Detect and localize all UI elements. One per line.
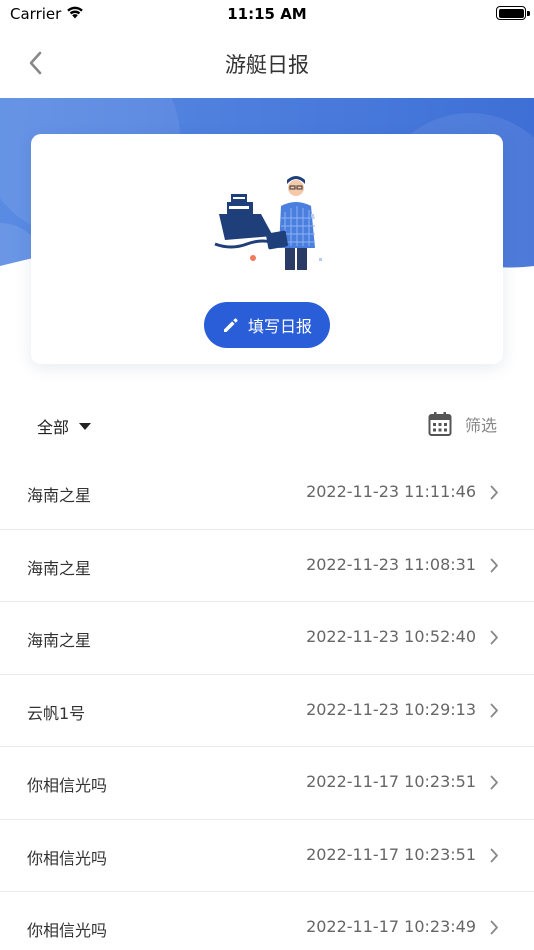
report-timestamp: 2022-11-17 10:23:49 (306, 917, 476, 936)
clock: 11:15 AM (227, 5, 307, 23)
report-timestamp: 2022-11-23 11:08:31 (306, 554, 476, 574)
vessel-name: 你相信光吗 (27, 921, 108, 940)
list-item[interactable]: 海南之星 2022-11-23 11:08:31 (0, 530, 534, 602)
chevron-right-icon (490, 775, 498, 790)
vessel-name: 海南之星 (27, 631, 92, 650)
list-item[interactable]: 海南之星 2022-11-23 10:52:40 (0, 602, 534, 675)
report-timestamp: 2022-11-23 11:11:46 (306, 482, 476, 501)
report-card: 填写日报 (31, 134, 503, 364)
vessel-name: 云帆1号 (27, 703, 86, 723)
report-timestamp: 2022-11-17 10:23:51 (306, 772, 476, 791)
vessel-name: 你相信光吗 (27, 776, 108, 795)
page-title: 游艇日报 (225, 53, 309, 77)
ship-captain-illustration (214, 176, 322, 270)
vessel-name: 海南之星 (27, 486, 92, 505)
chevron-right-icon (490, 558, 498, 572)
list-item[interactable]: 海南之星 2022-11-23 11:11:46 (0, 457, 534, 530)
date-filter-label: 筛选 (464, 416, 497, 435)
list-item[interactable]: 你相信光吗 2022-11-17 10:23:49 (0, 892, 534, 950)
fill-report-label: 填写日报 (247, 317, 312, 336)
report-timestamp: 2022-11-23 10:52:40 (306, 627, 476, 646)
chevron-right-icon (490, 848, 498, 862)
fill-report-button[interactable]: 填写日报 (204, 302, 330, 348)
vessel-name: 海南之星 (27, 558, 92, 578)
chevron-right-icon (490, 485, 498, 500)
report-timestamp: 2022-11-23 10:29:13 (306, 699, 476, 719)
vessel-name: 你相信光吗 (27, 848, 108, 868)
battery-icon (496, 6, 530, 20)
report-list: 海南之星 2022-11-23 11:11:46 海南之星 2022-11-23… (0, 457, 534, 950)
filter-bar: 全部 筛选 (0, 400, 534, 452)
date-filter-button[interactable]: 筛选 (428, 411, 497, 437)
caret-down-icon (79, 422, 92, 430)
list-item[interactable]: 你相信光吗 2022-11-17 10:23:51 (0, 747, 534, 820)
calendar-icon (428, 412, 452, 436)
chevron-right-icon (490, 630, 498, 645)
category-dropdown-label: 全部 (37, 418, 70, 437)
chevron-right-icon (490, 703, 498, 717)
status-bar: Carrier 11:15 AM (0, 0, 534, 28)
nav-bar: 游艇日报 (0, 28, 534, 98)
pencil-icon (223, 318, 238, 332)
list-item[interactable]: 你相信光吗 2022-11-17 10:23:51 (0, 820, 534, 892)
report-timestamp: 2022-11-17 10:23:51 (306, 844, 476, 864)
category-dropdown[interactable]: 全部 (37, 414, 92, 438)
list-item[interactable]: 云帆1号 2022-11-23 10:29:13 (0, 675, 534, 747)
chevron-right-icon (490, 920, 498, 935)
